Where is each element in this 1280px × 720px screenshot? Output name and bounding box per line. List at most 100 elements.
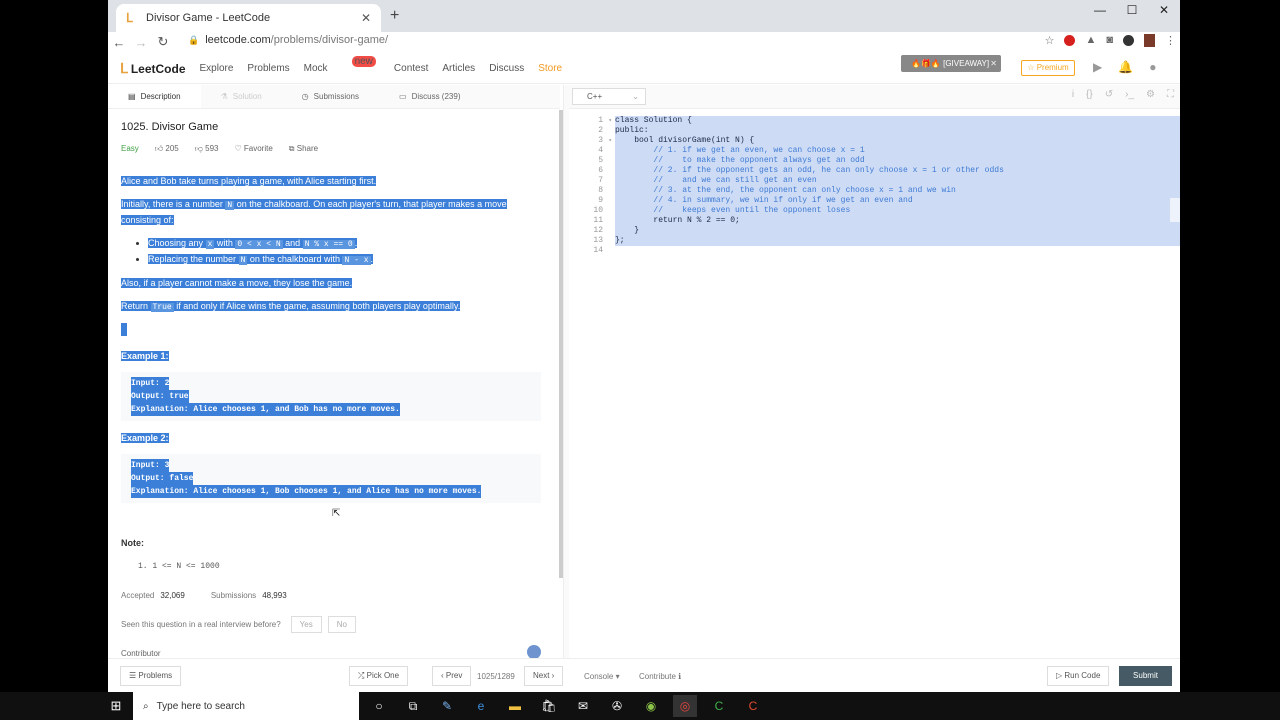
close-window-button[interactable]: ✕ <box>1148 0 1180 22</box>
line-number: 9 <box>598 196 603 205</box>
triangle-extension-icon[interactable]: ▲ <box>1085 34 1096 47</box>
line-number: 8 <box>598 186 603 195</box>
user-account-icon[interactable]: ● <box>1149 60 1156 74</box>
fold-arrow-icon[interactable]: ▾ <box>608 116 612 126</box>
maximize-button[interactable]: ☐ <box>1116 0 1148 22</box>
line-number: 12 <box>593 226 603 235</box>
code-line: // and we can still get an even <box>615 176 1180 186</box>
store-app-icon[interactable]: 🛍 <box>537 695 561 717</box>
desc-paragraph-3: Also, if a player cannot make a move, th… <box>121 276 541 291</box>
code-editor[interactable]: 1 ▾ 2 3 ▾ 4 5 6 7 8 9 10 11 12 13 14 class Solution {pu… <box>569 110 1180 658</box>
url-field[interactable]: 🔒 leetcode.com/problems/divisor-game/ <box>188 34 388 46</box>
task-view-icon[interactable]: ⧉ <box>401 695 425 717</box>
no-button[interactable]: No <box>327 616 356 633</box>
favorite-label: Favorite <box>243 144 273 153</box>
run-code-button[interactable]: ▷ Run Code <box>1047 666 1110 686</box>
code-area[interactable]: class Solution {public: bool divisorGame… <box>615 116 1180 256</box>
nav-mock-label: Mock <box>303 63 328 74</box>
new-tab-icon[interactable]: + <box>390 7 399 25</box>
example-1-output: Output: true <box>131 390 189 403</box>
reset-icon[interactable]: ↺ <box>1105 89 1113 100</box>
terminal-icon[interactable]: ›_ <box>1125 89 1134 100</box>
like-button[interactable]: 👍︎ 205 <box>155 144 179 154</box>
contributor-avatar[interactable] <box>527 645 541 658</box>
tab-submissions-label: Submissions <box>313 92 360 101</box>
move1-text-c: and <box>285 238 301 248</box>
share-button[interactable]: ⧉ Share <box>289 144 318 154</box>
edge-browser-icon[interactable]: e <box>469 695 493 717</box>
nav-discuss[interactable]: Discuss <box>489 63 524 74</box>
side-panel-grip[interactable] <box>1170 198 1180 222</box>
reload-icon[interactable]: ↻ <box>152 34 174 50</box>
tab-discuss[interactable]: ▭ Discuss (239) <box>379 85 480 108</box>
browser-tab[interactable]: ᒪ Divisor Game - LeetCode ✕ <box>116 4 381 32</box>
header-icons: ▶ 🔔 ● <box>1093 60 1156 74</box>
taskbar-search[interactable]: ⌕ Type here to search <box>133 692 359 720</box>
editor-toolbar: i {} ↺ ›_ ⚙ ⛶ <box>1072 89 1174 100</box>
nav-explore[interactable]: Explore <box>200 63 234 74</box>
giveaway-text: 🔥🎁🔥 [GIVEAWAY] <box>911 59 990 68</box>
fullscreen-icon[interactable]: ⛶ <box>1167 89 1174 100</box>
likes-count: 205 <box>165 144 179 153</box>
nav-store[interactable]: Store <box>538 63 562 74</box>
bookmark-star-icon[interactable]: ☆ <box>1045 34 1055 47</box>
leetcode-logo[interactable]: ᒪ LeetCode <box>120 60 186 77</box>
info-icon[interactable]: i <box>1072 89 1074 100</box>
tab-solution[interactable]: ⚗ Solution <box>201 85 282 108</box>
tab-title: Divisor Game - LeetCode <box>146 12 271 24</box>
forward-icon[interactable]: → <box>130 35 152 50</box>
profile-avatar-icon[interactable] <box>1144 34 1155 47</box>
accepted-label: Accepted <box>121 591 155 600</box>
favorite-button[interactable]: ♡ Favorite <box>234 144 272 154</box>
browser-menu-icon[interactable]: ⋮ <box>1165 34 1176 47</box>
settings-gear-icon[interactable]: ⚙ <box>1146 89 1155 100</box>
next-button[interactable]: Next › <box>524 666 564 686</box>
fold-arrow-icon[interactable]: ▾ <box>608 136 612 146</box>
camtasia-green-icon[interactable]: C <box>707 695 731 717</box>
nav-contest[interactable]: Contest <box>394 63 428 74</box>
cortana-icon[interactable]: ○ <box>367 695 391 717</box>
minimize-button[interactable]: — <box>1084 0 1116 22</box>
dislike-button[interactable]: 👎︎ 593 <box>195 144 219 154</box>
nav-articles[interactable]: Articles <box>442 63 475 74</box>
mail-app-icon[interactable]: ✉ <box>571 695 595 717</box>
pick-one-button[interactable]: ⤮ Pick One <box>349 666 409 686</box>
desc-text-2a: Initially, there is a number <box>121 199 223 209</box>
desc-text-4a: Return <box>121 301 149 311</box>
contribute-link[interactable]: Contribute ℹ <box>639 672 681 681</box>
console-toggle[interactable]: Console ▾ <box>584 672 620 681</box>
nav-mock[interactable]: Mock new <box>303 56 380 74</box>
camera-extension-icon[interactable]: ◙ <box>1106 34 1113 47</box>
windows-start-icon[interactable]: ⊞ <box>101 698 131 714</box>
close-tab-icon[interactable]: ✕ <box>361 11 371 25</box>
android-studio-icon[interactable]: ◉ <box>639 695 663 717</box>
notification-bell-icon[interactable]: 🔔 <box>1118 60 1133 74</box>
opera-extension-icon[interactable] <box>1064 35 1076 46</box>
camtasia-red-icon[interactable]: C <box>741 695 765 717</box>
desc-text-1: Alice and Bob take turns playing a game,… <box>121 176 377 186</box>
problems-button[interactable]: ☰ Problems <box>120 666 182 686</box>
submit-button[interactable]: Submit <box>1119 666 1172 686</box>
tab-submissions[interactable]: ◷ Submissions <box>282 85 379 108</box>
prev-button[interactable]: ‹ Prev <box>432 666 472 686</box>
nav-problems[interactable]: Problems <box>247 63 289 74</box>
back-icon[interactable]: ← <box>108 35 130 50</box>
example-1-title: Example 1: <box>121 349 541 364</box>
note-item: 1. 1 <= N <= 1000 <box>138 562 220 571</box>
dark-extension-icon[interactable] <box>1123 35 1134 46</box>
chrome-app-icon[interactable]: ◎ <box>673 695 697 717</box>
playground-icon[interactable]: ▶ <box>1093 60 1102 74</box>
premium-button[interactable]: ☆ Premium <box>1021 60 1075 76</box>
share-label: Share <box>296 144 319 153</box>
paint-app-icon[interactable]: ✎ <box>435 695 459 717</box>
giveaway-banner[interactable]: 🔥🎁🔥 [GIVEAWAY] ✕ <box>901 55 1001 72</box>
code-line: class Solution { <box>615 116 1180 126</box>
yes-button[interactable]: Yes <box>290 616 322 633</box>
language-select[interactable]: C++ ⌄ <box>572 88 646 105</box>
braces-icon[interactable]: {} <box>1086 89 1093 100</box>
tab-description[interactable]: ▤ Description <box>108 85 201 108</box>
tools-app-icon[interactable]: ✇ <box>605 695 629 717</box>
close-giveaway-icon[interactable]: ✕ <box>990 55 997 72</box>
file-explorer-icon[interactable]: ▬ <box>503 695 527 717</box>
move2-text-a: Replacing the number <box>148 254 237 264</box>
